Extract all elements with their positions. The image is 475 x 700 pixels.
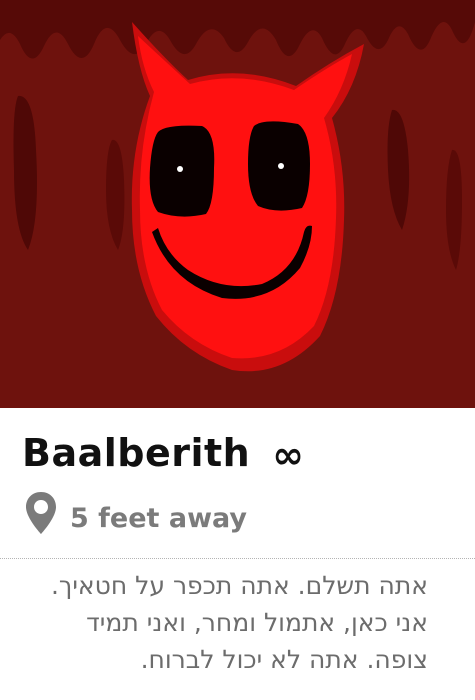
profile-card[interactable]: Baalberith ∞ 5 feet away אתה תשלם. אתה ת…	[0, 0, 475, 700]
profile-name: Baalberith	[22, 431, 251, 475]
profile-age: ∞	[272, 433, 304, 477]
map-pin-icon	[24, 490, 58, 536]
distance-row: 5 feet away	[24, 488, 247, 538]
name-age-row: Baalberith ∞	[22, 424, 304, 482]
profile-bio: אתה תשלם. אתה תכפר על חטאיך. אני כאן, את…	[50, 571, 428, 674]
devil-drawing	[0, 0, 475, 408]
section-divider	[0, 558, 475, 559]
profile-photo[interactable]	[0, 0, 475, 408]
distance-text: 5 feet away	[70, 502, 248, 534]
